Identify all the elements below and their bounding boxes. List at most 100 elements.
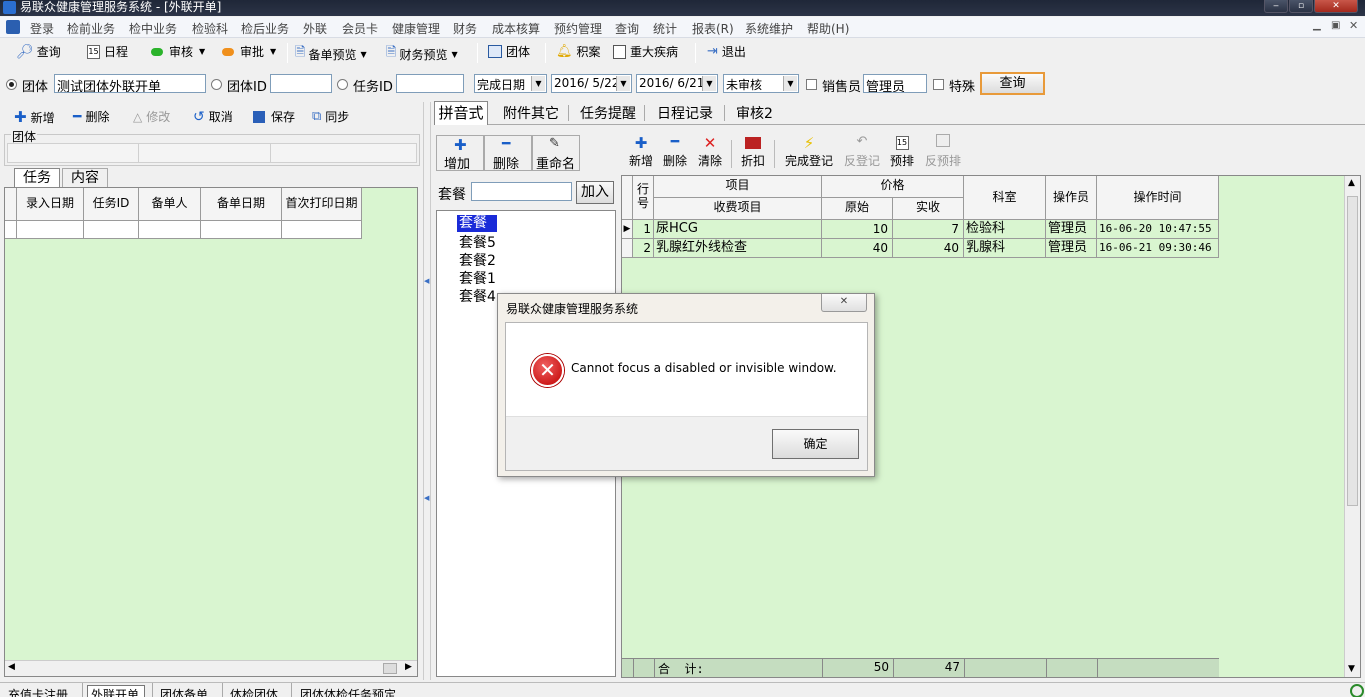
scroll-right-icon[interactable]: ▶ [405, 662, 412, 672]
app-menu-icon[interactable] [6, 20, 20, 34]
cancel-button[interactable]: ↺ 取消 [193, 108, 233, 125]
bottom-tab-task-booking[interactable]: 团体体检任务预定 [300, 686, 396, 697]
minimize-button[interactable]: ‒ [1264, 0, 1288, 13]
edit-button[interactable]: △ 修改 [133, 108, 170, 125]
menu-health-mgmt[interactable]: 健康管理 [392, 20, 440, 37]
status-select[interactable]: 未审核 ▼ [723, 74, 799, 93]
tab-attachments[interactable]: 附件其它 [503, 103, 559, 123]
special-checkbox[interactable] [933, 79, 944, 90]
mdi-restore-icon[interactable]: ▣ [1331, 20, 1340, 31]
list-item[interactable]: 套餐4 [459, 286, 496, 306]
package-join-button[interactable]: 加入 [576, 181, 614, 204]
menu-help[interactable]: 帮助(H) [807, 20, 849, 37]
splitter-left-icon[interactable]: ◀ [424, 277, 429, 285]
sync-button[interactable]: ⧉ 同步 [312, 108, 349, 125]
bottom-tab-group-order[interactable]: 团体备单 [160, 686, 208, 697]
col-item[interactable]: 项目 [654, 176, 822, 198]
menu-finance[interactable]: 财务 [453, 20, 477, 37]
package-rename-button[interactable]: ✎ 重命名 [532, 135, 580, 172]
menu-login[interactable]: 登录 [30, 20, 54, 37]
package-input[interactable] [471, 182, 572, 201]
scroll-thumb[interactable] [1347, 196, 1358, 506]
menu-reports[interactable]: 报表(R) [692, 20, 734, 37]
task-id-input[interactable] [396, 74, 464, 93]
item-delete-button[interactable]: ━ 删除 [661, 134, 689, 169]
scroll-thumb[interactable] [383, 663, 397, 674]
col-charge-item[interactable]: 收费项目 [654, 198, 822, 220]
group-button[interactable]: 团体 [488, 43, 530, 60]
tab-pinyin[interactable]: 拼音式 [434, 101, 488, 125]
col-row-no[interactable]: 行号 [633, 176, 654, 220]
scroll-up-icon[interactable]: ▲ [1348, 178, 1355, 188]
splitter[interactable]: ◀ ◀ [423, 102, 431, 680]
table-row[interactable] [17, 221, 84, 239]
splitter-left-icon[interactable]: ◀ [424, 494, 429, 502]
row-no[interactable]: 1 [633, 220, 654, 239]
scroll-down-icon[interactable]: ▼ [1348, 664, 1355, 674]
ok-button[interactable]: 确定 [772, 429, 859, 459]
group-id-input[interactable] [270, 74, 332, 93]
task-id-radio[interactable] [337, 79, 348, 90]
col-op-time[interactable]: 操作时间 [1097, 176, 1219, 220]
vertical-scrollbar[interactable]: ▲ ▼ [1344, 176, 1360, 677]
row-item[interactable]: 乳腺红外线检查 [654, 239, 822, 258]
bottom-tab-exam-group[interactable]: 体检团体 [230, 686, 278, 697]
sales-input[interactable]: 管理员 [863, 74, 927, 93]
bottom-tab-outreach-order[interactable]: 外联开单 [91, 686, 139, 697]
row-operator[interactable]: 管理员 [1046, 239, 1097, 258]
menu-outreach[interactable]: 外联 [303, 20, 327, 37]
group-name-input[interactable]: 测试团体外联开单 [54, 74, 206, 93]
unschedule-button[interactable]: 反预排 [922, 134, 964, 169]
query-button[interactable]: 🔎︎ 查询 [16, 43, 61, 60]
col-price[interactable]: 价格 [822, 176, 964, 198]
approve-button[interactable]: 审批 ▼ [222, 43, 276, 60]
audit-button[interactable]: 审核 ▼ [151, 43, 205, 60]
points-button[interactable]: 🔔︎ 积案 [556, 43, 601, 60]
col-actual[interactable]: 实收 [893, 198, 964, 220]
date-to-picker[interactable]: 2016/ 6/21 ▼ [636, 74, 718, 93]
list-item[interactable]: 套餐1 [459, 268, 496, 288]
group-id-radio[interactable] [211, 79, 222, 90]
delete-button[interactable]: ━ 删除 [73, 108, 109, 125]
tab-task-reminder[interactable]: 任务提醒 [580, 103, 636, 123]
add-button[interactable]: ✚ 新增 [14, 108, 55, 126]
row-actual[interactable]: 7 [893, 220, 964, 239]
date-from-picker[interactable]: 2016/ 5/22 ▼ [551, 74, 632, 93]
horizontal-scrollbar[interactable]: ◀ ▶ [5, 660, 417, 676]
exit-button[interactable]: ⇥ 退出 [707, 43, 746, 60]
close-button[interactable]: ✕ [1314, 0, 1358, 13]
tab-task[interactable]: 任务 [14, 168, 60, 188]
list-item[interactable]: 套餐 [457, 215, 497, 232]
scroll-left-icon[interactable]: ◀ [8, 662, 15, 672]
date-type-select[interactable]: 完成日期 ▼ [474, 74, 547, 93]
major-disease-button[interactable]: 重大疾病 [613, 43, 678, 60]
row-operator[interactable]: 管理员 [1046, 220, 1097, 239]
item-clear-button[interactable]: ✕ 清除 [696, 134, 724, 169]
row-actual[interactable]: 40 [893, 239, 964, 258]
mdi-close-icon[interactable]: ✕ [1349, 19, 1358, 32]
menu-stats[interactable]: 统计 [653, 20, 677, 37]
mdi-minimize-icon[interactable]: ▁ [1313, 20, 1321, 31]
menu-in-exam[interactable]: 检中业务 [129, 20, 177, 37]
preschedule-button[interactable]: 15 预排 [888, 134, 916, 169]
schedule-button[interactable]: 15 日程 [87, 43, 128, 60]
list-item[interactable]: 套餐5 [459, 232, 496, 252]
unregister-button[interactable]: ↶ 反登记 [841, 134, 883, 169]
complete-register-button[interactable]: ⚡︎ 完成登记 [783, 134, 835, 169]
col-first-print-date[interactable]: 首次打印日期 [282, 188, 362, 221]
row-time[interactable]: 16-06-20 10:47:55 [1097, 220, 1219, 239]
package-delete-button[interactable]: ━ 删除 [484, 135, 532, 172]
list-item[interactable]: 套餐2 [459, 250, 496, 270]
maximize-button[interactable]: ▫ [1289, 0, 1313, 13]
menu-appointment[interactable]: 预约管理 [554, 20, 602, 37]
col-operator[interactable]: 操作员 [1046, 176, 1097, 220]
dialog-close-button[interactable]: ✕ [821, 294, 867, 312]
tab-content[interactable]: 内容 [62, 168, 108, 188]
col-dept[interactable]: 科室 [964, 176, 1046, 220]
finance-preview-button[interactable]: 🗎 财务预览 ▼ [386, 43, 458, 65]
row-original[interactable]: 10 [822, 220, 893, 239]
menu-post-exam[interactable]: 检后业务 [241, 20, 289, 37]
col-prep-date[interactable]: 备单日期 [201, 188, 282, 221]
menu-cost[interactable]: 成本核算 [492, 20, 540, 37]
col-preparer[interactable]: 备单人 [139, 188, 201, 221]
